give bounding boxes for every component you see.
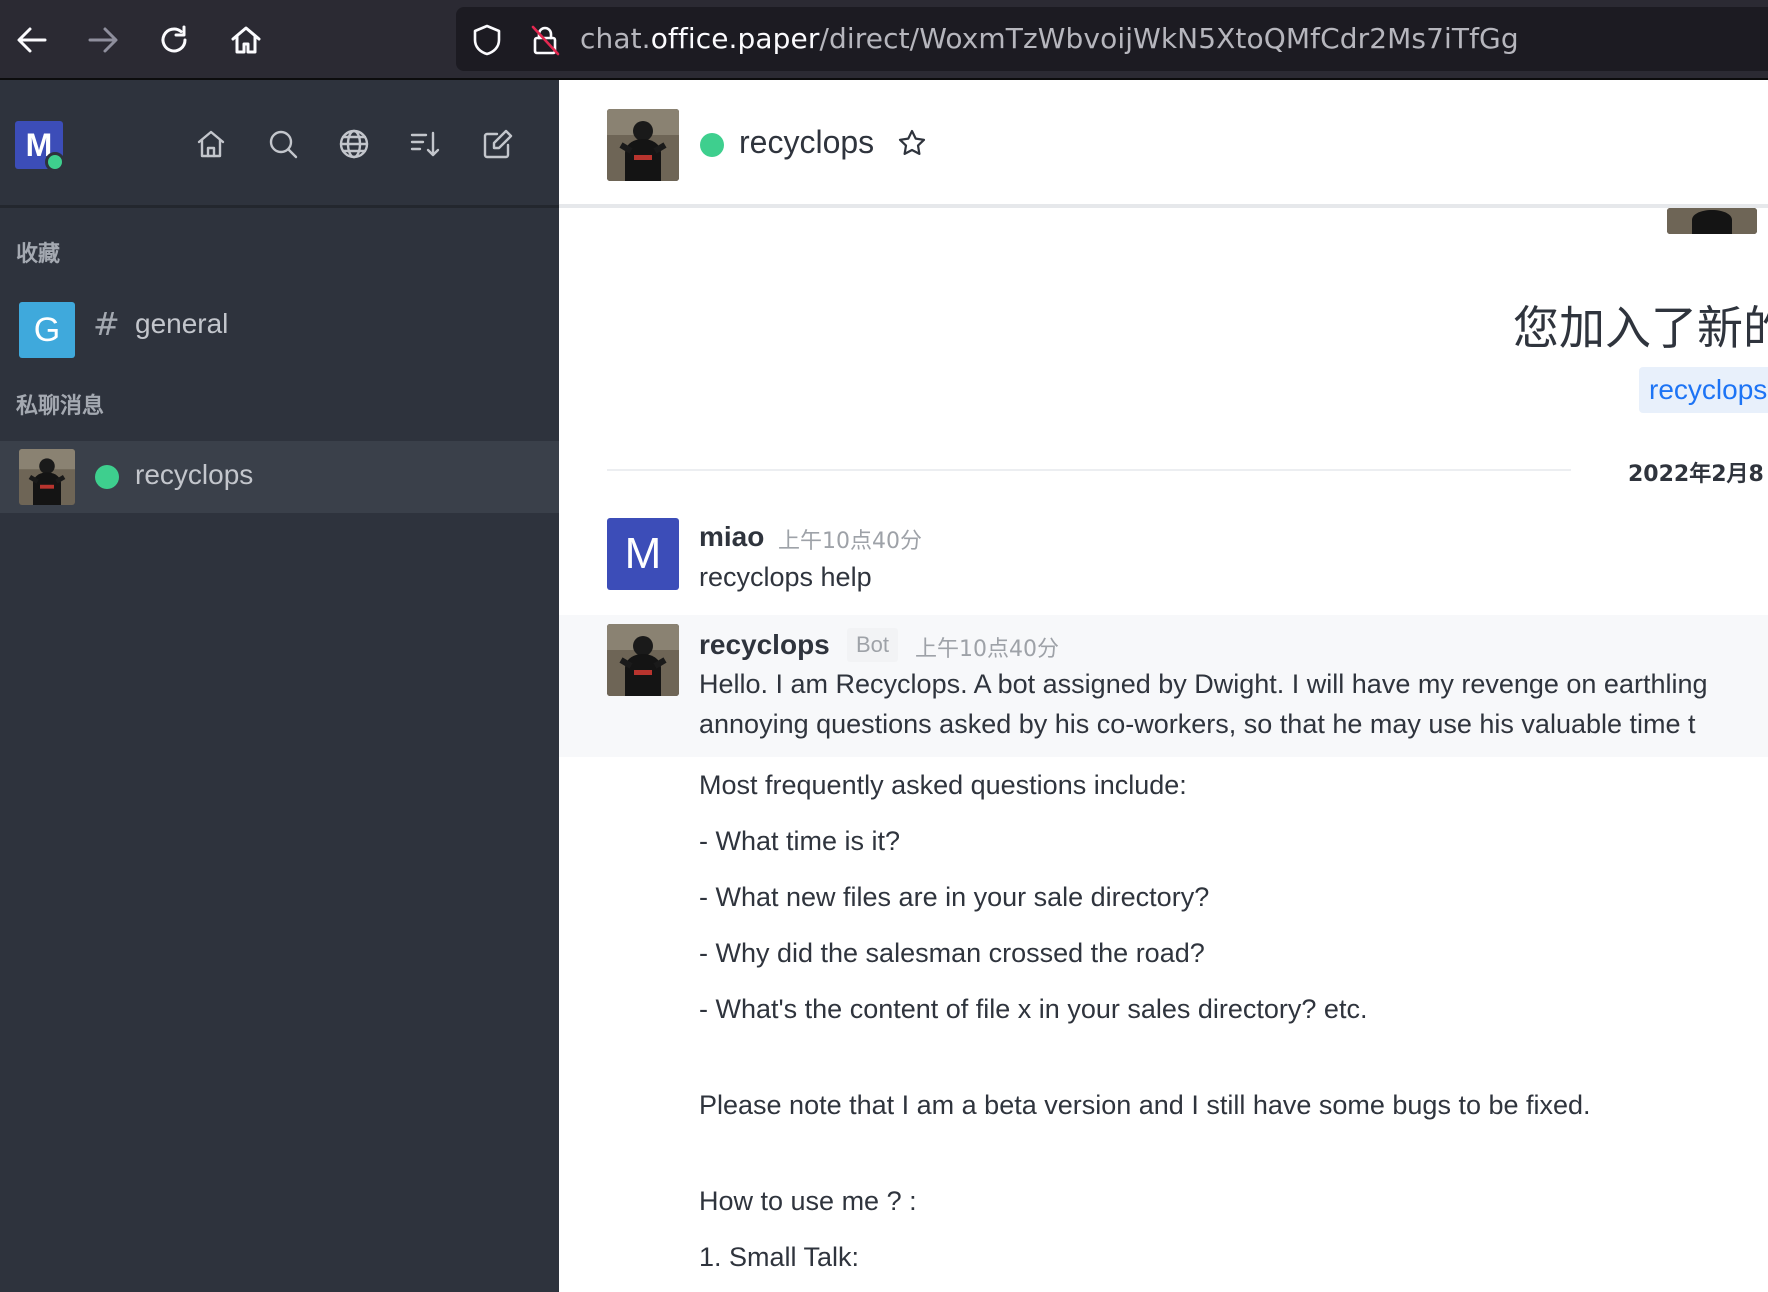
avatar — [1667, 208, 1757, 234]
main-content: 您加入了新的 recyclops 2022年2月8 M miao 上午10点40… — [559, 80, 1768, 1292]
url-prefix: chat. — [580, 22, 651, 55]
message-author[interactable]: miao — [699, 521, 764, 553]
message-item[interactable]: M miao 上午10点40分 recyclops help — [559, 512, 1768, 608]
message-author[interactable]: recyclops — [699, 629, 830, 661]
sidebar-header: M — [0, 80, 559, 208]
avatar[interactable] — [607, 624, 679, 696]
direct-messages-section-title: 私聊消息 — [16, 394, 105, 419]
reload-icon[interactable] — [150, 16, 198, 64]
sort-icon[interactable] — [405, 124, 445, 164]
date-divider: 2022年2月8 — [1628, 462, 1764, 487]
status-online-indicator — [700, 133, 724, 157]
home-icon[interactable] — [191, 124, 231, 164]
message-body-line: - What time is it? — [699, 826, 901, 856]
message-item[interactable]: recyclops Bot 上午10点40分 Hello. I am Recyc… — [559, 615, 1768, 757]
url-path: /direct/WoxmTzWbvoijWkN5XtoQMfCdr2Ms7iTf… — [819, 22, 1519, 55]
message-body-line: - What's the content of file x in your s… — [699, 994, 1368, 1024]
shield-icon[interactable] — [470, 23, 504, 57]
message-body-line: 1. Small Talk: — [699, 1242, 860, 1272]
message-body-line: How to use me ? : — [699, 1186, 917, 1216]
user-status-online — [45, 152, 65, 172]
star-icon[interactable] — [897, 128, 927, 158]
page-title: recyclops — [739, 124, 875, 160]
url-host: office.paper — [650, 22, 820, 55]
message-text-line: annoying questions asked by his co-worke… — [699, 709, 1696, 739]
message-body-line: Please note that I am a beta version and… — [699, 1090, 1591, 1120]
user-mention[interactable]: recyclops — [1639, 367, 1768, 413]
avatar[interactable] — [607, 109, 679, 181]
message-text-line: Hello. I am Recyclops. A bot assigned by… — [699, 669, 1708, 699]
insecure-lock-icon[interactable] — [528, 23, 562, 57]
favorites-section-title: 收藏 — [16, 242, 61, 267]
search-icon[interactable] — [263, 124, 303, 164]
message-body-line: - What new files are in your sale direct… — [699, 882, 1210, 912]
message-text: recyclops help — [699, 562, 872, 592]
sidebar-item-label: recyclops — [135, 459, 254, 490]
sidebar-item-label: general — [135, 308, 229, 339]
create-new-icon[interactable] — [478, 124, 518, 164]
bot-badge: Bot — [847, 628, 899, 662]
avatar — [19, 449, 75, 505]
forward-icon[interactable] — [79, 16, 127, 64]
sidebar-item-general[interactable]: G # general — [0, 289, 559, 361]
system-joined-message: 您加入了新的 — [1513, 301, 1768, 355]
message-body-line: - Why did the salesman crossed the road? — [699, 938, 1205, 968]
url-text[interactable]: chat.office.paper/direct/WoxmTzWbvoijWkN… — [580, 22, 1519, 55]
sidebar: M 收藏 G # general 私聊消息 recyclops — [0, 80, 559, 1292]
room-header: recyclops — [559, 80, 1768, 208]
avatar[interactable]: M — [607, 518, 679, 590]
room-avatar: G — [19, 302, 75, 358]
date-divider-line — [607, 469, 1571, 471]
directory-globe-icon[interactable] — [334, 124, 374, 164]
message-timestamp: 上午10点40分 — [778, 529, 922, 554]
back-icon[interactable] — [8, 16, 56, 64]
status-online-indicator — [95, 465, 119, 489]
home-icon[interactable] — [222, 16, 270, 64]
address-bar[interactable]: chat.office.paper/direct/WoxmTzWbvoijWkN… — [456, 7, 1768, 71]
message-body-line: Most frequently asked questions include: — [699, 770, 1187, 800]
sidebar-item-recyclops[interactable]: recyclops — [0, 441, 559, 513]
message-timestamp: 上午10点40分 — [915, 637, 1059, 662]
channel-hash-icon: # — [93, 305, 120, 343]
browser-toolbar: chat.office.paper/direct/WoxmTzWbvoijWkN… — [0, 0, 1768, 80]
